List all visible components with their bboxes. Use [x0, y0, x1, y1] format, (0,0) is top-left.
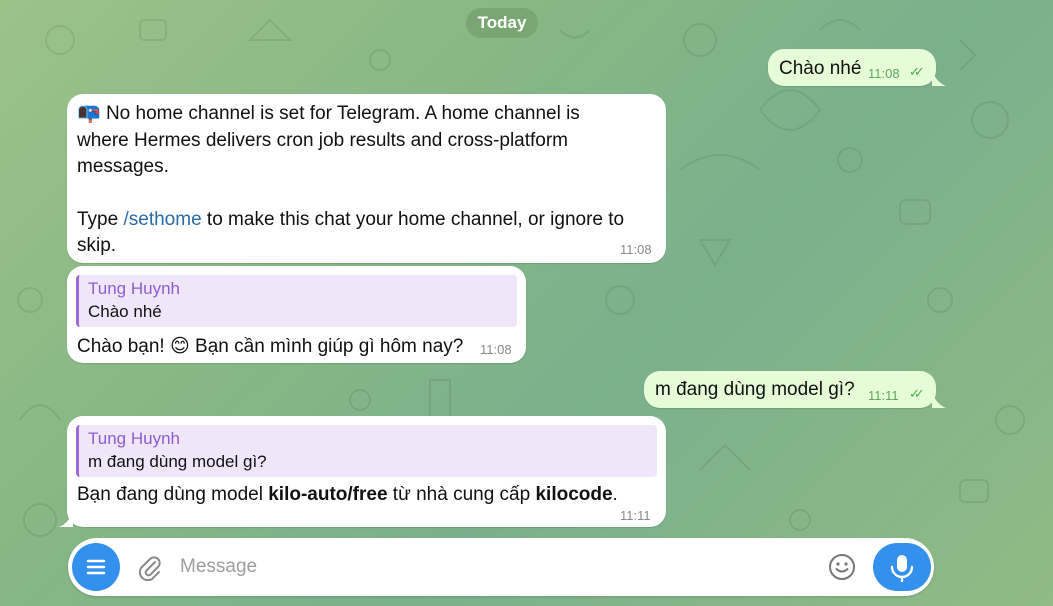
menu-button[interactable]: [72, 543, 120, 591]
double-check-icon: ✓✓: [909, 386, 925, 401]
message-time: 11:11: [620, 508, 651, 523]
model-name: kilo-auto/free: [268, 484, 388, 505]
reply-text: m đang dùng model gì?: [88, 452, 267, 471]
message-line: where Hermes delivers cron job results a…: [77, 129, 569, 151]
message-body: Bạn đang dùng model kilo-auto/free từ nh…: [77, 484, 618, 506]
smiley-icon[interactable]: [827, 552, 857, 582]
bubble-tail: [932, 392, 946, 408]
message-time: 11:08: [620, 242, 652, 257]
reply-text: Chào nhé: [88, 302, 162, 321]
message-line: skip.: [77, 235, 117, 256]
date-separator: Today: [466, 8, 538, 38]
reply-author: Tung Huynh: [88, 279, 180, 298]
reply-quote[interactable]: Tung Huynh m đang dùng model gì?: [76, 425, 657, 477]
message-time: 11:11: [868, 388, 899, 403]
message-text: m đang dùng model gì?: [655, 379, 855, 400]
smile-emoji-icon: 😊: [169, 336, 190, 357]
message-time: 11:08: [868, 66, 900, 81]
bubble-tail: [59, 511, 73, 527]
incoming-message[interactable]: 📭 No home channel is set for Telegram. A…: [67, 94, 666, 263]
message-text: Bạn cần mình giúp gì hôm nay?: [189, 336, 464, 357]
sethome-command-link[interactable]: /sethome: [123, 209, 201, 230]
reply-quote[interactable]: Tung Huynh Chào nhé: [76, 275, 517, 327]
reply-author: Tung Huynh: [88, 429, 180, 448]
menu-icon: [86, 559, 106, 575]
message-time: 11:08: [480, 342, 512, 357]
double-check-icon: ✓✓: [909, 64, 925, 79]
message-text: Chào nhé: [779, 58, 862, 79]
message-body: Chào bạn! 😊 Bạn cần mình giúp gì hôm nay…: [77, 335, 463, 358]
microphone-icon: [890, 555, 914, 583]
outgoing-message[interactable]: Chào nhé 11:08 ✓✓: [768, 49, 936, 86]
message-text: từ nhà cung cấp: [387, 484, 536, 505]
provider-name: kilocode: [535, 484, 613, 505]
outgoing-message[interactable]: m đang dùng model gì? 11:11 ✓✓: [644, 371, 936, 408]
bubble-tail: [932, 70, 946, 86]
message-line: No home channel is set for Telegram. A h…: [105, 103, 580, 124]
incoming-message[interactable]: Tung Huynh m đang dùng model gì? Bạn đan…: [67, 416, 666, 527]
message-text: Bạn đang dùng model: [77, 484, 269, 505]
message-composer: Message: [68, 538, 934, 596]
message-line: messages.: [77, 156, 169, 177]
message-line: Type: [77, 208, 124, 230]
message-text: .: [612, 484, 618, 505]
message-input[interactable]: Message: [180, 556, 257, 578]
message-body: 📭 No home channel is set for Telegram. A…: [77, 101, 624, 260]
voice-record-button[interactable]: [873, 543, 931, 591]
paperclip-icon[interactable]: [135, 553, 163, 581]
incoming-message[interactable]: Tung Huynh Chào nhé Chào bạn! 😊 Bạn cần …: [67, 266, 526, 363]
message-text: Chào bạn!: [77, 336, 170, 357]
message-line: to make this chat your home channel, or …: [201, 208, 625, 230]
mailbox-icon: 📭: [77, 103, 101, 124]
